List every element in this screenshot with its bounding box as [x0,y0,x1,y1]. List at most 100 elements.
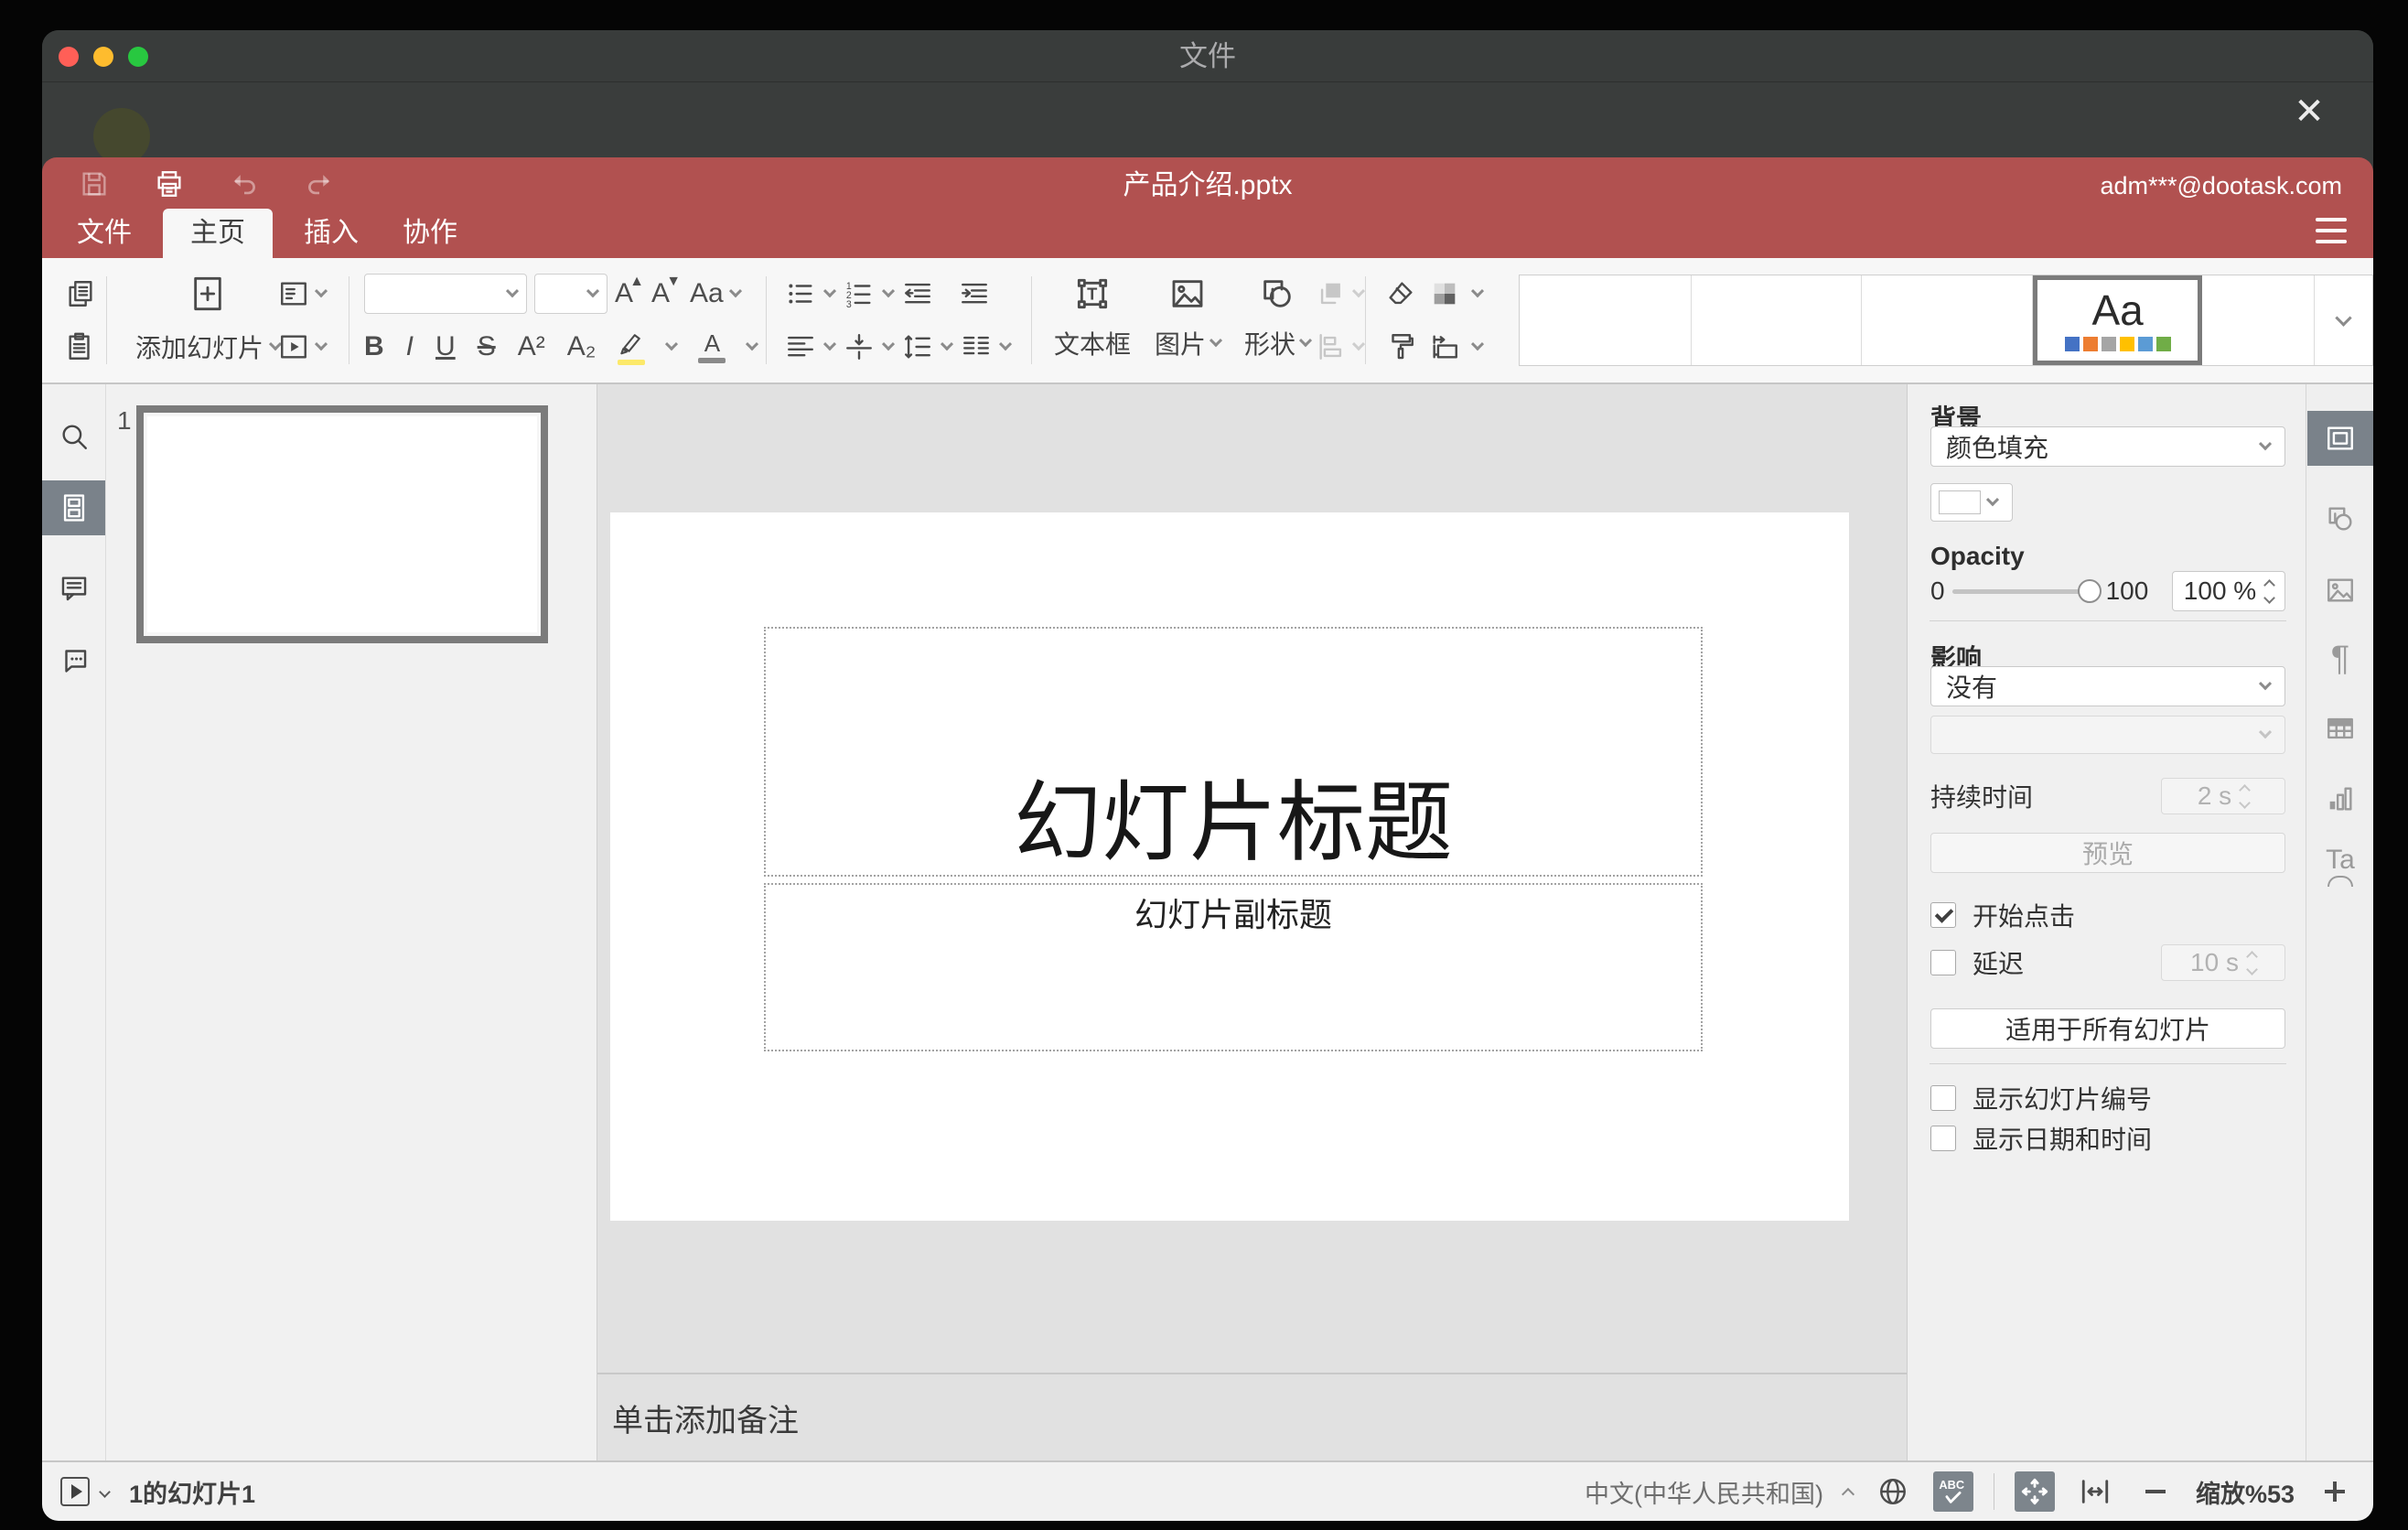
bold-button[interactable]: B [364,333,384,361]
highlight-color-button[interactable] [618,329,646,365]
zoom-in-button[interactable] [2315,1471,2355,1512]
fill-color-picker[interactable] [1930,483,2013,522]
title-placeholder[interactable]: 幻灯片标题 [764,627,1703,877]
copy-icon[interactable] [65,278,96,309]
theme-tile-selected[interactable]: Aa [2032,275,2203,365]
table-settings-button[interactable] [2307,701,2373,756]
spin-up-icon[interactable] [2263,578,2276,591]
line-spacing-icon[interactable] [902,331,933,362]
spellcheck-button[interactable]: ABC [1932,1471,1973,1512]
change-case-icon[interactable]: Aa [690,280,724,307]
menu-icon[interactable] [2311,214,2351,247]
decrease-indent-icon[interactable] [902,278,933,309]
vertical-align-chevron-icon[interactable] [881,338,896,351]
font-name-combo[interactable] [364,274,527,314]
language-caret-icon[interactable] [1841,1487,1855,1502]
delay-checkbox[interactable] [1930,950,1956,975]
color-scheme-chevron-icon[interactable] [1470,285,1485,298]
slideshow-mode-chevron-icon[interactable] [99,1485,111,1498]
slide-settings-button[interactable] [2307,411,2373,466]
tab-collaboration[interactable]: 协作 [381,209,479,258]
arrange-chevron-icon[interactable] [1351,285,1366,298]
show-slide-number-checkbox[interactable] [1930,1085,1956,1111]
notes-area[interactable]: 单击添加备注 [597,1373,1907,1460]
italic-button[interactable]: I [406,333,414,361]
insert-textbox-button[interactable]: T 文本框 [1054,267,1131,373]
delay-spinner[interactable]: 10 s [2161,944,2285,981]
preview-button[interactable]: 预览 [1930,833,2285,873]
spin-down-icon[interactable] [2263,591,2276,604]
underline-button[interactable]: U [435,333,456,361]
color-scheme-icon[interactable] [1429,278,1460,309]
effect-select[interactable]: 没有 [1930,666,2285,706]
font-color-chevron-icon[interactable] [746,338,759,351]
opacity-slider[interactable] [1951,579,2102,603]
duration-spinner[interactable]: 2 s [2161,778,2285,814]
fit-to-slide-button[interactable] [2014,1471,2055,1512]
add-slide-label[interactable]: 添加幻灯片 [135,329,263,365]
highlight-chevron-icon[interactable] [665,338,679,351]
print-icon[interactable] [154,168,185,199]
set-language-button[interactable] [1873,1471,1913,1512]
numbering-chevron-icon[interactable] [881,285,896,298]
superscript-button[interactable]: A² [518,333,545,361]
increase-indent-icon[interactable] [959,278,990,309]
opacity-spinner[interactable]: 100 % [2172,571,2285,611]
theme-tile[interactable] [2202,275,2314,365]
subtitle-placeholder[interactable]: 幻灯片副标题 [764,883,1703,1051]
bullets-chevron-icon[interactable] [822,285,837,298]
numbering-icon[interactable]: 123 [844,278,875,309]
apply-to-all-button[interactable]: 适用于所有幻灯片 [1930,1008,2285,1049]
undo-icon[interactable] [229,168,260,199]
start-slideshow-icon[interactable] [278,331,309,362]
shape-settings-button[interactable] [2307,491,2373,546]
slide-layout-chevron-icon[interactable] [314,285,328,298]
font-color-button[interactable]: A [698,331,726,363]
paste-icon[interactable] [65,331,96,362]
paragraph-settings-button[interactable]: ¶ [2307,631,2373,686]
tab-insert[interactable]: 插入 [282,209,381,258]
insert-shape-button[interactable]: 形状 [1244,267,1313,373]
slides-panel-button[interactable] [42,480,105,535]
change-case-chevron-icon[interactable] [728,285,742,298]
copy-style-icon[interactable] [1385,331,1416,362]
slide-size-icon[interactable] [1429,331,1460,362]
show-date-time-checkbox[interactable] [1930,1126,1956,1151]
slider-thumb[interactable] [2077,579,2102,603]
tab-file[interactable]: 文件 [55,209,154,258]
align-shape-icon[interactable] [1316,331,1347,362]
decrease-font-icon[interactable]: A ▼ [651,275,681,307]
tab-home[interactable]: 主页 [163,209,273,258]
font-size-combo[interactable] [534,274,607,314]
bullets-icon[interactable] [785,278,816,309]
image-settings-button[interactable] [2307,563,2373,618]
increase-font-icon[interactable]: A ▲ [615,275,644,307]
redo-icon[interactable] [304,168,335,199]
strikeout-button[interactable]: S [478,333,496,361]
arrange-shape-icon[interactable] [1316,278,1347,309]
fit-to-width-button[interactable] [2075,1471,2115,1512]
start-on-click-checkbox[interactable] [1930,902,1956,928]
slide-thumbnail[interactable] [136,405,548,643]
clear-style-icon[interactable] [1385,278,1416,309]
insert-image-button[interactable]: 图片 [1155,267,1223,373]
theme-gallery-expand-button[interactable] [2314,275,2372,365]
columns-chevron-icon[interactable] [998,338,1013,351]
close-icon[interactable]: ✕ [2285,88,2333,135]
slideshow-chevron-icon[interactable] [314,338,328,351]
columns-icon[interactable] [961,331,992,362]
chart-settings-button[interactable] [2307,771,2373,826]
effect-type-select-disabled[interactable] [1930,716,2285,754]
slide-layout-icon[interactable] [278,278,309,309]
align-shape-chevron-icon[interactable] [1351,338,1366,351]
slide-size-chevron-icon[interactable] [1470,338,1485,351]
chat-button[interactable] [42,631,105,686]
fill-type-select[interactable]: 颜色填充 [1930,426,2285,467]
vertical-align-icon[interactable] [844,331,875,362]
horizontal-align-chevron-icon[interactable] [822,338,837,351]
add-slide-icon[interactable] [189,274,226,314]
theme-tile[interactable] [1862,275,2033,365]
save-icon[interactable] [79,168,110,199]
slide[interactable]: 幻灯片标题 幻灯片副标题 [610,512,1849,1221]
theme-tile[interactable] [1692,275,1863,365]
